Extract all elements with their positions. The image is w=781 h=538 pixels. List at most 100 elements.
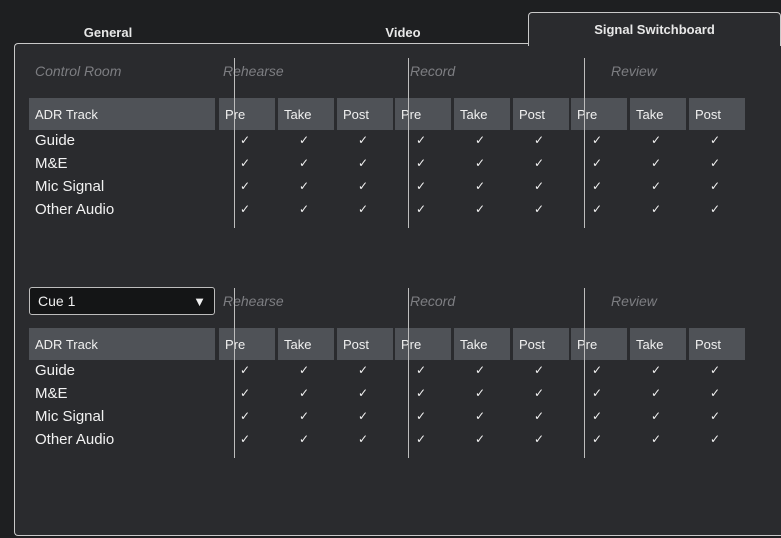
tab-bar: General Video Signal Switchboard [8, 10, 781, 46]
col-rehearse-take: Take [278, 98, 334, 130]
cue-dropdown[interactable]: Cue 1 ▼ [29, 287, 215, 315]
checkmark-icon[interactable]: ✓ [648, 432, 664, 446]
checkmark-icon[interactable]: ✓ [531, 363, 547, 377]
checkmark-icon[interactable]: ✓ [237, 363, 253, 377]
table-row: M&E ✓ ✓ ✓ ✓ ✓ ✓ ✓ ✓ ✓ [29, 153, 769, 176]
checkmark-icon[interactable]: ✓ [413, 363, 429, 377]
checkmark-icon[interactable]: ✓ [413, 202, 429, 216]
checkmark-icon[interactable]: ✓ [355, 202, 371, 216]
checkmark-icon[interactable]: ✓ [707, 202, 723, 216]
checkmark-icon[interactable]: ✓ [531, 179, 547, 193]
col-rehearse-take: Take [278, 328, 334, 360]
routing-rows: Guide ✓ ✓ ✓ ✓ ✓ ✓ ✓ ✓ ✓ M&E ✓ ✓ ✓ ✓ ✓ ✓ ✓ ✓ ✓ Mic Signal ✓ ✓ ✓ ✓… [29, 360, 769, 452]
checkmark-icon[interactable]: ✓ [472, 363, 488, 377]
checkmark-icon[interactable]: ✓ [237, 386, 253, 400]
checkmark-icon[interactable]: ✓ [531, 133, 547, 147]
table-row: M&E ✓ ✓ ✓ ✓ ✓ ✓ ✓ ✓ ✓ [29, 383, 769, 406]
checkmark-icon[interactable]: ✓ [707, 432, 723, 446]
tab-general[interactable]: General [48, 20, 168, 44]
checkmark-icon[interactable]: ✓ [355, 432, 371, 446]
col-review-take: Take [630, 328, 686, 360]
col-review-take: Take [630, 98, 686, 130]
checkmark-icon[interactable]: ✓ [237, 179, 253, 193]
table-row: Guide ✓ ✓ ✓ ✓ ✓ ✓ ✓ ✓ ✓ [29, 130, 769, 153]
col-rehearse-post: Post [337, 98, 393, 130]
row-label: Guide [35, 362, 76, 379]
section-header: Cue 1 ▼ Rehearse Record Review [29, 284, 769, 320]
tab-signal-switchboard[interactable]: Signal Switchboard [528, 12, 781, 46]
checkmark-icon[interactable]: ✓ [707, 363, 723, 377]
checkmark-icon[interactable]: ✓ [296, 386, 312, 400]
checkmark-icon[interactable]: ✓ [648, 409, 664, 423]
checkmark-icon[interactable]: ✓ [589, 363, 605, 377]
adr-track-header: ADR Track [29, 98, 215, 130]
checkmark-icon[interactable]: ✓ [355, 386, 371, 400]
checkmark-icon[interactable]: ✓ [413, 386, 429, 400]
col-review-post: Post [689, 98, 745, 130]
routing-rows: Guide ✓ ✓ ✓ ✓ ✓ ✓ ✓ ✓ ✓ M&E ✓ ✓ ✓ ✓ ✓ ✓ ✓ ✓ ✓ Mic Signal ✓ ✓ ✓ ✓… [29, 130, 769, 222]
checkmark-icon[interactable]: ✓ [589, 156, 605, 170]
col-record-post: Post [513, 98, 569, 130]
checkmark-icon[interactable]: ✓ [589, 133, 605, 147]
checkmark-icon[interactable]: ✓ [355, 363, 371, 377]
checkmark-icon[interactable]: ✓ [355, 156, 371, 170]
checkmark-icon[interactable]: ✓ [531, 386, 547, 400]
checkmark-icon[interactable]: ✓ [648, 202, 664, 216]
checkmark-icon[interactable]: ✓ [707, 179, 723, 193]
checkmark-icon[interactable]: ✓ [355, 409, 371, 423]
checkmark-icon[interactable]: ✓ [296, 156, 312, 170]
checkmark-icon[interactable]: ✓ [531, 156, 547, 170]
checkmark-icon[interactable]: ✓ [707, 156, 723, 170]
checkmark-icon[interactable]: ✓ [648, 156, 664, 170]
checkmark-icon[interactable]: ✓ [472, 133, 488, 147]
checkmark-icon[interactable]: ✓ [472, 432, 488, 446]
checkmark-icon[interactable]: ✓ [296, 409, 312, 423]
checkmark-icon[interactable]: ✓ [472, 202, 488, 216]
cue-dropdown-value: Cue 1 [38, 293, 76, 309]
checkmark-icon[interactable]: ✓ [237, 202, 253, 216]
checkmark-icon[interactable]: ✓ [472, 179, 488, 193]
checkmark-icon[interactable]: ✓ [237, 432, 253, 446]
col-rehearse-post: Post [337, 328, 393, 360]
checkmark-icon[interactable]: ✓ [413, 179, 429, 193]
checkmark-icon[interactable]: ✓ [237, 409, 253, 423]
tab-video[interactable]: Video [338, 20, 468, 44]
checkmark-icon[interactable]: ✓ [237, 156, 253, 170]
checkmark-icon[interactable]: ✓ [472, 409, 488, 423]
checkmark-icon[interactable]: ✓ [707, 409, 723, 423]
checkmark-icon[interactable]: ✓ [531, 432, 547, 446]
checkmark-icon[interactable]: ✓ [472, 156, 488, 170]
checkmark-icon[interactable]: ✓ [589, 432, 605, 446]
row-label: Other Audio [35, 201, 115, 218]
table-row: Other Audio ✓ ✓ ✓ ✓ ✓ ✓ ✓ ✓ ✓ [29, 429, 769, 452]
row-label: Mic Signal [35, 178, 105, 195]
checkmark-icon[interactable]: ✓ [355, 179, 371, 193]
checkmark-icon[interactable]: ✓ [413, 156, 429, 170]
checkmark-icon[interactable]: ✓ [237, 133, 253, 147]
checkmark-icon[interactable]: ✓ [589, 179, 605, 193]
checkmark-icon[interactable]: ✓ [531, 409, 547, 423]
checkmark-icon[interactable]: ✓ [413, 432, 429, 446]
checkmark-icon[interactable]: ✓ [589, 202, 605, 216]
checkmark-icon[interactable]: ✓ [355, 133, 371, 147]
checkmark-icon[interactable]: ✓ [707, 133, 723, 147]
checkmark-icon[interactable]: ✓ [296, 179, 312, 193]
checkmark-icon[interactable]: ✓ [589, 386, 605, 400]
divider [408, 288, 409, 458]
checkmark-icon[interactable]: ✓ [648, 133, 664, 147]
checkmark-icon[interactable]: ✓ [648, 363, 664, 377]
checkmark-icon[interactable]: ✓ [296, 133, 312, 147]
checkmark-icon[interactable]: ✓ [296, 202, 312, 216]
chevron-down-icon: ▼ [193, 293, 206, 309]
checkmark-icon[interactable]: ✓ [531, 202, 547, 216]
checkmark-icon[interactable]: ✓ [413, 409, 429, 423]
checkmark-icon[interactable]: ✓ [707, 386, 723, 400]
checkmark-icon[interactable]: ✓ [413, 133, 429, 147]
col-rehearse-pre: Pre [219, 328, 275, 360]
checkmark-icon[interactable]: ✓ [296, 432, 312, 446]
checkmark-icon[interactable]: ✓ [648, 386, 664, 400]
checkmark-icon[interactable]: ✓ [589, 409, 605, 423]
checkmark-icon[interactable]: ✓ [296, 363, 312, 377]
checkmark-icon[interactable]: ✓ [472, 386, 488, 400]
checkmark-icon[interactable]: ✓ [648, 179, 664, 193]
